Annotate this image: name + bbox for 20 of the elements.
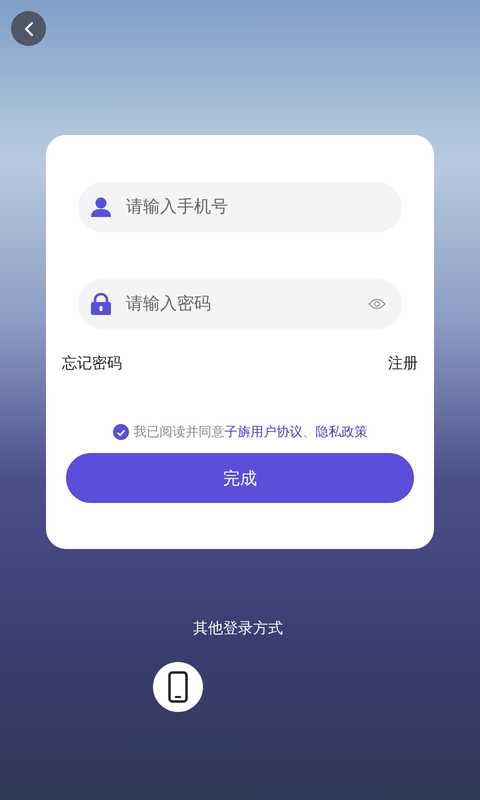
forgot-password-link[interactable]: 忘记密码	[62, 354, 122, 373]
register-link[interactable]: 注册	[388, 354, 418, 373]
agreement-text: 、	[302, 424, 316, 441]
agreement-checkbox[interactable]	[112, 424, 128, 440]
eye-icon[interactable]	[368, 298, 386, 310]
chevron-left-icon	[22, 20, 34, 36]
policy-link[interactable]: 子旃用户协议	[224, 423, 302, 441]
smartphone-icon	[168, 671, 188, 703]
back-button[interactable]	[11, 11, 46, 46]
password-input-field[interactable]: 请输入密码	[124, 293, 356, 315]
policy-link[interactable]: 隐私政策	[316, 423, 368, 441]
phone-field[interactable]: 请输入手机号	[78, 182, 402, 232]
agreement-text: 我已阅读并同意	[134, 424, 224, 441]
padlock-icon	[90, 293, 112, 315]
person-icon	[90, 196, 112, 218]
phone-login-button[interactable]	[153, 662, 203, 712]
submit-button[interactable]: 完成	[66, 453, 414, 503]
other-login-title: 其他登录方式	[193, 619, 283, 638]
password-field[interactable]: 请输入密码	[78, 279, 402, 329]
phone-input-field[interactable]: 请输入手机号	[124, 196, 390, 218]
